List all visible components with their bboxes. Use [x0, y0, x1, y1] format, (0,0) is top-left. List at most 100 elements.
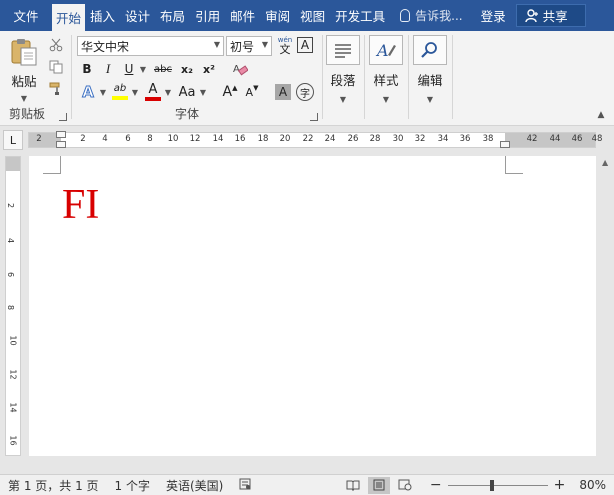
ruler-number: 38 [482, 134, 494, 144]
zoom-slider[interactable] [447, 479, 548, 491]
font-color-caret[interactable]: ▼ [164, 87, 172, 97]
ruler-number: 30 [392, 134, 404, 144]
font-name-combo[interactable]: 华文中宋 ▼ [77, 36, 224, 56]
read-mode-button[interactable] [342, 477, 364, 494]
ruler-number: 18 [257, 134, 269, 144]
macro-record-icon[interactable] [231, 478, 259, 493]
tab-developer[interactable]: 开发工具 [330, 0, 390, 31]
subscript-button[interactable]: x₂ [178, 60, 196, 78]
vertical-ruler[interactable]: 2 4 6 8 10 12 14 16 [5, 156, 21, 456]
scroll-up-icon[interactable]: ▲ [602, 158, 608, 167]
grow-arrow-icon: ▲ [232, 84, 238, 92]
font-launcher-icon[interactable] [310, 113, 318, 121]
text-effects-caret[interactable]: ▼ [99, 87, 107, 97]
tab-review[interactable]: 审阅 [260, 0, 295, 31]
text-effects-button[interactable]: A [78, 82, 98, 102]
change-case-button[interactable]: Aa [176, 82, 198, 102]
bold-button[interactable]: B [78, 60, 96, 78]
left-indent-marker[interactable] [56, 141, 66, 148]
document-page[interactable]: FI [29, 156, 596, 456]
tab-mailings[interactable]: 邮件 [225, 0, 260, 31]
font-size-combo[interactable]: 初号 ▼ [226, 36, 272, 56]
phonetic-guide-button[interactable]: wén 文 [275, 35, 295, 57]
paste-caret: ▼ [20, 94, 28, 103]
language-indicator[interactable]: 英语(美国) [158, 477, 231, 494]
ruler-number: 32 [414, 134, 426, 144]
tab-home[interactable]: 开始 [52, 4, 86, 31]
editing-label: 编辑 [417, 73, 443, 88]
text-effects-label: A [82, 83, 95, 102]
copy-button[interactable] [48, 59, 64, 75]
strikethrough-label: abc [154, 63, 172, 75]
tell-me-search[interactable]: 告诉我... [390, 0, 470, 31]
vruler-number: 16 [8, 435, 18, 446]
zoom-out-button[interactable]: − [430, 477, 442, 493]
chevron-down-icon: ▼ [261, 40, 268, 49]
login-link[interactable]: 登录 [475, 0, 512, 31]
print-layout-button[interactable] [367, 476, 390, 494]
person-icon [524, 8, 538, 22]
tab-file[interactable]: 文件 [0, 0, 52, 31]
character-border-button[interactable]: A [297, 37, 313, 53]
underline-button[interactable]: U [120, 60, 138, 78]
tab-selector[interactable]: L [3, 130, 23, 150]
styles-icon: A [369, 35, 403, 65]
paste-button[interactable]: 粘贴 ▼ [6, 37, 42, 103]
shrink-font-button[interactable]: A ▼ [242, 82, 262, 102]
clipboard-launcher-icon[interactable] [59, 113, 67, 121]
highlight-label: ab [113, 83, 127, 94]
zoom-slider-thumb[interactable] [489, 479, 494, 491]
tab-layout[interactable]: 布局 [155, 0, 190, 31]
editing-button[interactable]: 编辑 ▼ [410, 35, 450, 115]
cut-button[interactable] [48, 37, 64, 53]
ruler-number: 16 [234, 134, 246, 144]
paragraph-button[interactable]: 段落 ▼ [323, 35, 363, 115]
highlight-color-bar [112, 96, 128, 100]
font-color-button[interactable]: A [143, 82, 163, 102]
share-button[interactable]: 共享 [515, 4, 586, 27]
grow-font-button[interactable]: A ▲ [220, 82, 240, 102]
font-name-value: 华文中宋 [81, 39, 130, 54]
underline-caret[interactable]: ▼ [139, 64, 147, 74]
format-painter-button[interactable] [48, 81, 64, 97]
zoom-level[interactable]: 80% [565, 478, 614, 492]
right-indent-marker[interactable] [500, 141, 510, 148]
strikethrough-button[interactable]: abc [152, 60, 174, 78]
character-shading-button[interactable]: A [275, 84, 291, 100]
collapse-ribbon-button[interactable]: ▲ [594, 109, 608, 121]
ruler-number: 8 [147, 134, 153, 144]
ruler-number: 2 [36, 134, 42, 144]
highlight-button[interactable]: ab [110, 82, 130, 102]
subscript-label: x₂ [181, 62, 193, 76]
chevron-down-icon: ▼ [382, 95, 390, 104]
clear-formatting-button[interactable]: A [230, 59, 250, 79]
tab-view[interactable]: 视图 [295, 0, 330, 31]
tab-design[interactable]: 设计 [120, 0, 155, 31]
enclose-characters-button[interactable]: 字 [296, 83, 314, 101]
ruler-number: 20 [279, 134, 291, 144]
tab-references[interactable]: 引用 [190, 0, 225, 31]
chevron-down-icon: ▼ [426, 95, 434, 104]
page-count[interactable]: 第 1 页，共 1 页 [0, 477, 107, 494]
tab-insert[interactable]: 插入 [85, 0, 120, 31]
scissors-icon [49, 38, 63, 52]
horizontal-ruler[interactable]: 2 2 4 6 8 10 12 14 16 18 20 22 24 26 28 … [28, 131, 602, 148]
shrink-arrow-icon: ▼ [253, 84, 259, 92]
change-case-caret[interactable]: ▼ [199, 87, 207, 97]
document-text[interactable]: FI [62, 184, 99, 226]
bold-label: B [82, 62, 92, 76]
word-count[interactable]: 1 个字 [107, 477, 158, 494]
styles-button[interactable]: A 样式 ▼ [366, 35, 406, 115]
ruler-number: 44 [549, 134, 561, 144]
web-layout-button[interactable] [394, 477, 416, 494]
italic-button[interactable]: I [99, 60, 117, 78]
pinyin-sub: 文 [279, 43, 291, 56]
superscript-button[interactable]: x² [200, 60, 218, 78]
ruler-number: 26 [347, 134, 359, 144]
first-line-indent-marker[interactable] [56, 131, 66, 138]
vertical-scrollbar[interactable]: ▲ [598, 156, 614, 458]
margin-corner-top-left [43, 156, 61, 174]
highlight-caret[interactable]: ▼ [131, 87, 139, 97]
zoom-in-button[interactable]: + [554, 477, 566, 493]
ruler-number: 4 [102, 134, 108, 144]
